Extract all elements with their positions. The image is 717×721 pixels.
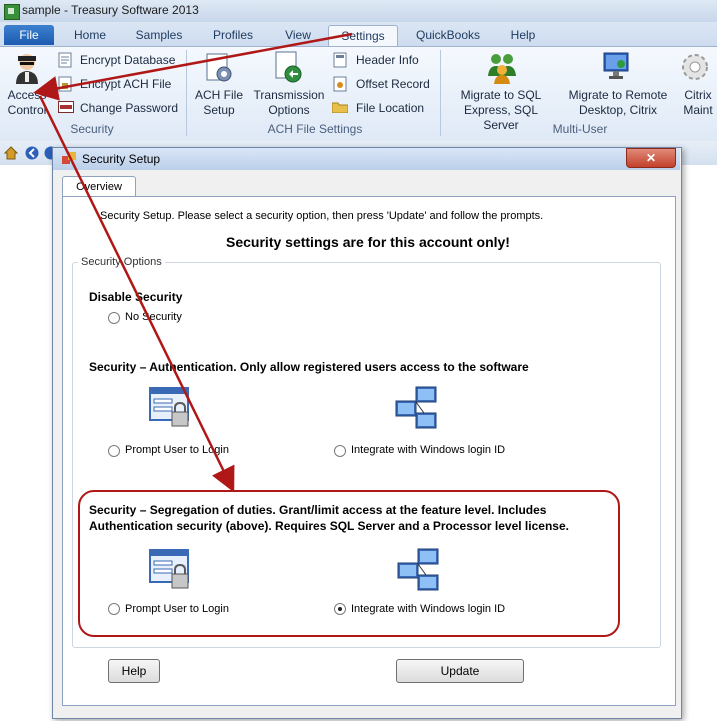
no-security-radio[interactable]	[108, 312, 120, 324]
login-lock-icon	[148, 386, 192, 430]
file-location-button[interactable]: File Location	[356, 101, 424, 115]
authentication-heading: Security – Authentication. Only allow re…	[89, 360, 529, 374]
ach-group-label: ACH File Settings	[267, 122, 363, 136]
encrypt-ach-file-icon	[58, 76, 72, 92]
transmission-options-button[interactable]: Transmission Options	[252, 88, 326, 118]
app-icon	[4, 4, 20, 20]
ribbon-tab-row: File Home Samples Profiles View Settings…	[0, 22, 717, 46]
offset-record-icon	[333, 76, 347, 92]
annotation-highlight-box	[78, 490, 620, 637]
headline-text: Security settings are for this account o…	[226, 234, 510, 250]
auth-windows-label[interactable]: Integrate with Windows login ID	[351, 444, 505, 456]
help-button[interactable]: Help	[108, 659, 160, 683]
instruction-text: Security Setup. Please select a security…	[100, 210, 544, 222]
group-separator	[440, 50, 441, 136]
transmission-options-icon[interactable]	[272, 50, 304, 84]
window-title: sample - Treasury Software 2013	[22, 3, 199, 17]
folder-icon	[331, 101, 349, 114]
network-computers-icon	[394, 386, 440, 430]
group-separator	[186, 50, 187, 136]
migrate-remote-button[interactable]: Migrate to Remote Desktop, Citrix	[563, 88, 673, 118]
encrypt-database-icon	[58, 52, 72, 68]
disable-security-heading: Disable Security	[89, 290, 183, 304]
tab-view[interactable]: View	[276, 25, 320, 45]
change-password-button[interactable]: Change Password	[80, 101, 178, 115]
header-info-icon	[333, 52, 347, 68]
security-options-label: Security Options	[78, 256, 165, 268]
tab-overview[interactable]: Overview	[62, 176, 136, 198]
change-password-icon	[58, 101, 74, 113]
encrypt-ach-file-button[interactable]: Encrypt ACH File	[80, 77, 171, 91]
citrix-gear-icon[interactable]	[679, 50, 711, 84]
encrypt-database-button[interactable]: Encrypt Database	[80, 53, 175, 67]
auth-prompt-label[interactable]: Prompt User to Login	[125, 444, 229, 456]
security-group-label: Security	[70, 122, 114, 136]
tab-profiles[interactable]: Profiles	[204, 25, 262, 45]
tab-settings[interactable]: Settings	[328, 25, 398, 46]
ach-file-setup-button[interactable]: ACH File Setup	[190, 88, 248, 118]
ach-file-setup-icon[interactable]	[204, 52, 234, 84]
offset-record-button[interactable]: Offset Record	[356, 77, 430, 91]
update-button[interactable]: Update	[396, 659, 524, 683]
tab-quickbooks[interactable]: QuickBooks	[408, 25, 488, 45]
back-icon[interactable]	[25, 146, 39, 160]
remote-desktop-icon[interactable]	[601, 50, 633, 84]
tab-home[interactable]: Home	[62, 25, 118, 45]
close-icon: ✕	[645, 151, 657, 165]
access-control-icon[interactable]	[12, 52, 42, 84]
close-button[interactable]: ✕	[626, 148, 676, 168]
tab-file[interactable]: File	[4, 25, 54, 45]
no-security-label[interactable]: No Security	[125, 311, 182, 323]
multiuser-group-label: Multi-User	[552, 122, 608, 136]
tab-samples[interactable]: Samples	[130, 25, 188, 45]
dialog-app-icon	[62, 152, 76, 166]
auth-prompt-radio[interactable]	[108, 445, 120, 457]
access-control-button[interactable]: Access Control	[2, 88, 52, 118]
header-info-button[interactable]: Header Info	[356, 53, 419, 67]
dialog-title: Security Setup	[82, 152, 161, 166]
auth-windows-radio[interactable]	[334, 445, 346, 457]
migrate-sql-icon[interactable]	[486, 50, 518, 84]
tab-help[interactable]: Help	[500, 25, 546, 45]
home-icon[interactable]	[3, 146, 19, 160]
citrix-maint-button[interactable]: Citrix Maint	[676, 88, 717, 118]
